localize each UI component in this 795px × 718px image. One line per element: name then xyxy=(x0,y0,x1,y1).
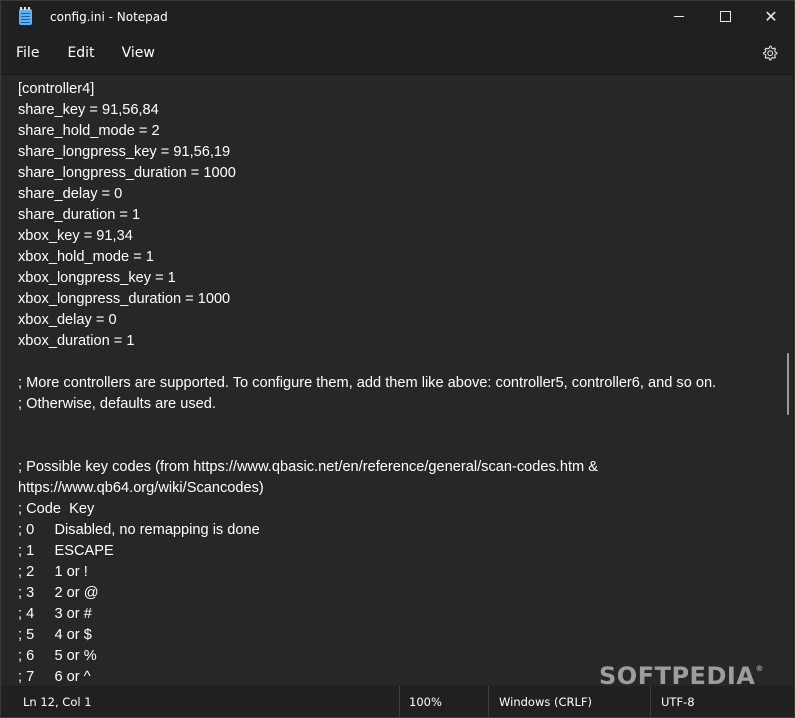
close-icon: ✕ xyxy=(764,6,778,26)
editor-content[interactable]: [controller4] share_key = 91,56,84 share_h… xyxy=(1,75,784,686)
maximize-icon xyxy=(719,11,731,22)
notepad-icon xyxy=(19,6,32,25)
text-editor[interactable]: [controller4] share_key = 91,56,84 share_h… xyxy=(1,75,784,686)
text-line[interactable]: xbox_duration = 1 xyxy=(18,331,784,352)
text-line[interactable]: xbox_longpress_duration = 1000 xyxy=(18,289,784,310)
text-line[interactable]: share_longpress_key = 91,56,19 xyxy=(18,142,784,163)
title-bar[interactable]: config.ini - Notepad ✕ xyxy=(1,1,794,32)
minimize-button[interactable] xyxy=(656,1,702,32)
close-button[interactable]: ✕ xyxy=(748,1,794,32)
text-line[interactable]: ; Otherwise, defaults are used. xyxy=(18,394,784,415)
minimize-icon xyxy=(674,16,684,17)
text-line[interactable]: share_duration = 1 xyxy=(18,205,784,226)
window-title: config.ini - Notepad xyxy=(50,9,168,24)
text-line[interactable]: https://www.qb64.org/wiki/Scancodes) xyxy=(18,478,784,499)
text-line[interactable]: ; 0 Disabled, no remapping is done xyxy=(18,520,784,541)
text-line[interactable]: ; 4 3 or # xyxy=(18,604,784,625)
menu-file[interactable]: File xyxy=(16,45,39,61)
registered-mark: ® xyxy=(755,664,764,673)
gear-icon xyxy=(763,45,778,61)
text-line[interactable] xyxy=(18,352,784,373)
text-line[interactable]: ; 1 ESCAPE xyxy=(18,541,784,562)
text-line[interactable]: ; Code Key xyxy=(18,499,784,520)
softpedia-watermark: SOFTPEDIA® xyxy=(599,662,764,690)
text-line[interactable]: ; 2 1 or ! xyxy=(18,562,784,583)
menu-edit[interactable]: Edit xyxy=(67,45,94,61)
text-line[interactable]: ; 5 4 or $ xyxy=(18,625,784,646)
notepad-window: config.ini - Notepad ✕ File Edit View [c… xyxy=(0,0,795,718)
text-line[interactable]: [controller4] xyxy=(18,79,784,100)
status-bar: Ln 12, Col 1 100% Windows (CRLF) UTF-8 xyxy=(1,686,794,717)
maximize-button[interactable] xyxy=(702,1,748,32)
line-ending[interactable]: Windows (CRLF) xyxy=(489,695,650,709)
watermark-text: SOFTPEDIA xyxy=(599,662,756,690)
text-line[interactable]: share_longpress_duration = 1000 xyxy=(18,163,784,184)
encoding[interactable]: UTF-8 xyxy=(651,695,695,709)
vertical-scrollbar[interactable] xyxy=(783,75,793,686)
text-line[interactable]: xbox_delay = 0 xyxy=(18,310,784,331)
text-line[interactable]: share_delay = 0 xyxy=(18,184,784,205)
scrollbar-thumb[interactable] xyxy=(787,353,789,415)
text-line[interactable]: share_hold_mode = 2 xyxy=(18,121,784,142)
zoom-level[interactable]: 100% xyxy=(400,695,488,709)
text-line[interactable] xyxy=(18,415,784,436)
cursor-position: Ln 12, Col 1 xyxy=(23,694,92,709)
text-line[interactable]: xbox_longpress_key = 1 xyxy=(18,268,784,289)
text-line[interactable]: ; Possible key codes (from https://www.q… xyxy=(18,457,784,478)
text-line[interactable]: ; More controllers are supported. To con… xyxy=(18,373,784,394)
text-line[interactable] xyxy=(18,436,784,457)
text-line[interactable]: xbox_hold_mode = 1 xyxy=(18,247,784,268)
settings-button[interactable] xyxy=(760,43,780,63)
text-line[interactable]: xbox_key = 91,34 xyxy=(18,226,784,247)
text-line[interactable]: share_key = 91,56,84 xyxy=(18,100,784,121)
text-line[interactable]: ; 3 2 or @ xyxy=(18,583,784,604)
menu-view[interactable]: View xyxy=(122,45,155,61)
menu-bar: File Edit View xyxy=(1,32,794,74)
